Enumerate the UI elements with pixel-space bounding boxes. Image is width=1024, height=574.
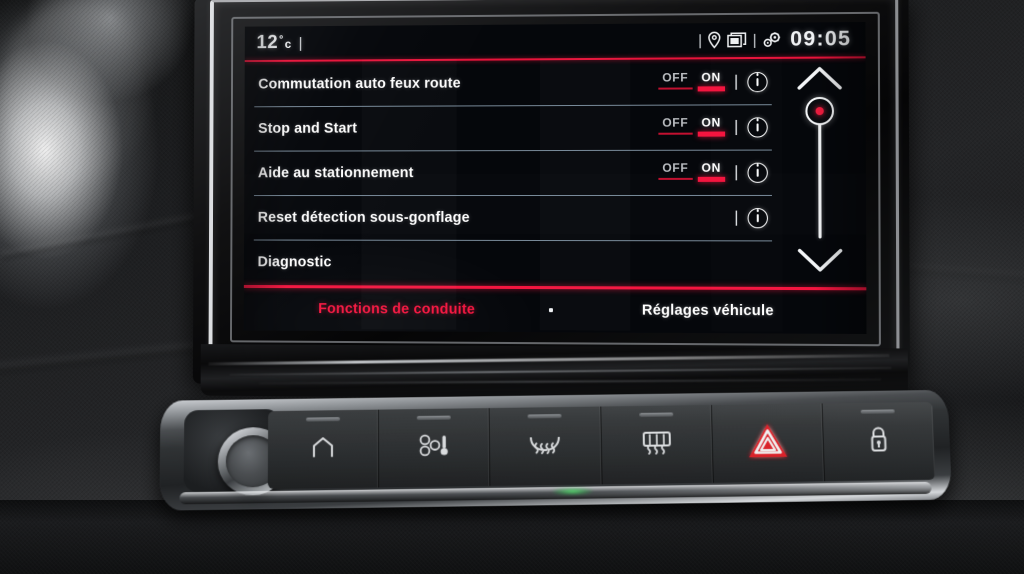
settings-list: Commutation auto feux route OFF ON | Sto… [244,58,866,287]
list-item-label: Stop and Start [258,120,358,137]
hazard-triangle-icon [745,420,790,466]
location-pin-icon[interactable] [707,31,722,49]
list-item[interactable]: Reset détection sous-gonflage | [244,195,866,241]
status-separator: | [298,35,303,52]
control-separator: | [734,163,739,181]
list-item-controls: OFF ON | [658,70,768,94]
list-item[interactable]: Diagnostic [244,239,866,286]
scrollbar-thumb[interactable] [805,96,835,126]
rear-defrost-button[interactable] [600,404,714,485]
list-item-label: Commutation auto feux route [258,75,461,92]
control-separator: | [734,117,739,136]
info-icon[interactable] [747,116,768,138]
list-item-controls: OFF ON | [658,161,768,184]
list-item-controls: OFF ON | [658,115,768,138]
info-icon[interactable] [747,71,768,92]
status-bar-right: | | 09:05 [698,27,851,52]
info-icon[interactable] [747,207,768,228]
status-separator: | [752,31,757,49]
lock-icon [866,425,891,458]
control-separator: | [733,72,739,90]
windows-stack-icon[interactable] [727,31,747,48]
degree-symbol: ° [278,34,284,47]
list-item[interactable]: Stop and Start OFF ON | [244,104,866,151]
home-button[interactable] [267,409,380,490]
rear-defrost-icon [640,429,673,460]
knob-recess [183,409,289,496]
climate-button[interactable] [379,408,491,488]
onoff-toggle[interactable]: OFF ON [658,161,725,184]
toggle-on-option[interactable]: ON [697,70,725,88]
button-nub [417,415,452,421]
toggle-off-option[interactable]: OFF [658,116,692,134]
chevron-down-icon[interactable] [797,248,844,280]
home-icon [310,435,336,464]
toggle-on-option[interactable]: ON [697,115,725,133]
button-nub [527,414,562,419]
chevron-up-icon[interactable] [796,65,843,97]
status-bar: 12 ° c | | | 09:05 [245,22,866,60]
list-item-label: Diagnostic [257,253,332,270]
hazard-button[interactable] [711,403,825,483]
scrollbar-track[interactable] [818,113,822,239]
tab-page-indicator [548,308,553,313]
hardware-button-bar [159,389,953,511]
door-lock-button[interactable] [822,401,936,482]
info-icon[interactable] [747,162,768,183]
infotainment-screen-unit: 12 ° c | | | 09:05 Commutation auto feux… [187,0,918,404]
infotainment-display[interactable]: 12 ° c | | | 09:05 Commutation auto feux… [243,21,867,334]
list-item-label: Aide au stationnement [257,164,414,181]
temperature-unit: c [284,37,292,51]
scrollbar[interactable] [784,64,856,279]
toggle-on-option[interactable]: ON [697,161,725,179]
tab-bar: Fonctions de conduite Réglages véhicule [244,288,867,333]
toggle-off-option[interactable]: OFF [658,161,692,179]
tab-driving-functions[interactable]: Fonctions de conduite [244,301,551,318]
temperature-value: 12 [256,32,279,54]
fan-thermometer-icon [417,432,451,463]
list-item-controls: | [734,207,768,228]
onoff-toggle[interactable]: OFF ON [658,115,725,138]
outside-temperature: 12 ° c | [256,32,303,54]
list-item[interactable]: Aide au stationnement OFF ON | [244,149,866,195]
scrollbar-thumb-dot [815,107,824,116]
toggle-off-option[interactable]: OFF [658,70,692,88]
gears-icon[interactable] [762,31,782,48]
onoff-toggle[interactable]: OFF ON [658,70,725,93]
tab-vehicle-settings[interactable]: Réglages véhicule [551,302,866,320]
windshield-defrost-button[interactable] [489,406,603,486]
list-item-label: Reset détection sous-gonflage [257,209,470,226]
dash-lower-shelf [0,500,1024,574]
button-row [267,401,936,490]
button-nub [306,417,341,422]
list-item[interactable]: Commutation auto feux route OFF ON | [245,58,866,106]
status-led [552,487,593,496]
dash-seam [1,212,209,260]
dash-highlight [0,0,150,180]
status-separator: | [698,31,703,49]
button-nub [860,409,895,414]
windshield-defrost-icon [528,430,562,461]
control-separator: | [734,208,739,226]
clock: 09:05 [790,27,852,51]
button-nub [638,412,673,417]
